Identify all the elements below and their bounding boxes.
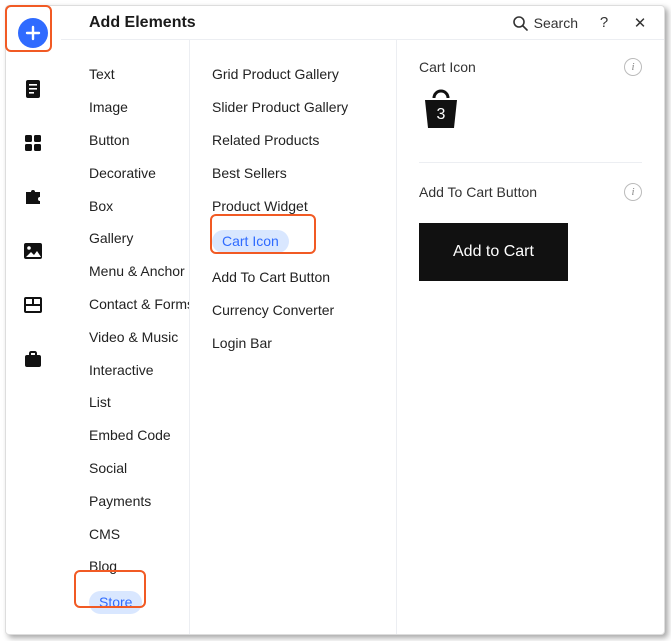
category-item[interactable]: CMS: [89, 518, 189, 551]
media-image-icon[interactable]: [20, 238, 46, 264]
store-subitem[interactable]: Related Products: [212, 124, 396, 157]
category-item-label: List: [89, 394, 111, 410]
store-subitem[interactable]: Login Bar: [212, 327, 396, 360]
store-subitem[interactable]: Product Widget: [212, 190, 396, 223]
category-item-label: Decorative: [89, 165, 156, 181]
panel-title: Add Elements: [89, 14, 512, 32]
store-subitem-label: Slider Product Gallery: [212, 99, 348, 115]
category-item-label: Text: [89, 66, 115, 82]
category-item[interactable]: Payments: [89, 485, 189, 518]
category-item[interactable]: Gallery: [89, 222, 189, 255]
category-item-label: CMS: [89, 526, 120, 542]
add-to-cart-preview-label: Add To Cart Button: [419, 184, 537, 200]
category-item[interactable]: Interactive: [89, 354, 189, 387]
cart-icon-preview-label: Cart Icon: [419, 59, 476, 75]
category-item-label: Box: [89, 198, 113, 214]
category-item-label: Blog: [89, 558, 117, 574]
category-item-label: Store: [89, 591, 142, 614]
store-subitem-label: Login Bar: [212, 335, 272, 351]
category-item-label: Embed Code: [89, 427, 171, 443]
category-item-label: Gallery: [89, 230, 133, 246]
info-icon[interactable]: i: [624, 183, 642, 201]
store-subitem[interactable]: Cart Icon: [212, 222, 396, 261]
panel-header: Add Elements Search ? ✕: [61, 6, 664, 40]
category-item[interactable]: List: [89, 386, 189, 419]
store-subitem[interactable]: Add To Cart Button: [212, 261, 396, 294]
info-icon[interactable]: i: [624, 58, 642, 76]
store-subitem-label: Best Sellers: [212, 165, 287, 181]
category-item[interactable]: Box: [89, 190, 189, 223]
apps-grid-icon[interactable]: [20, 130, 46, 156]
category-item[interactable]: Menu & Anchor: [89, 255, 189, 288]
store-subitem-label: Cart Icon: [212, 230, 289, 253]
category-item[interactable]: Text: [89, 58, 189, 91]
store-subitem[interactable]: Best Sellers: [212, 157, 396, 190]
page-icon[interactable]: [20, 76, 46, 102]
category-column: Text Image Button Decorative Box Gallery Menu …: [61, 40, 190, 634]
store-subitem-label: Add To Cart Button: [212, 269, 330, 285]
category-item-label: Interactive: [89, 362, 154, 378]
store-subitem-label: Currency Converter: [212, 302, 334, 318]
category-item-label: Social: [89, 460, 127, 476]
add-to-cart-button[interactable]: Add to Cart: [419, 223, 568, 281]
settings-puzzle-icon[interactable]: [20, 184, 46, 210]
cart-bag-count: 3: [419, 106, 463, 124]
category-item-label: Payments: [89, 493, 151, 509]
left-rail: [6, 6, 61, 634]
search-icon: [512, 15, 528, 31]
category-item[interactable]: Social: [89, 452, 189, 485]
store-subitem[interactable]: Grid Product Gallery: [212, 58, 396, 91]
category-item[interactable]: Embed Code: [89, 419, 189, 452]
add-to-cart-preview: Add To Cart Button i Add to Cart: [419, 183, 642, 281]
store-briefcase-icon[interactable]: [20, 346, 46, 372]
category-item[interactable]: Store: [89, 583, 189, 622]
category-item-label: Image: [89, 99, 128, 115]
category-item[interactable]: Decorative: [89, 157, 189, 190]
video-layout-icon[interactable]: [20, 292, 46, 318]
search-button[interactable]: Search: [512, 15, 578, 31]
search-label: Search: [534, 15, 578, 31]
category-item-label: Contact & Forms: [89, 296, 190, 312]
category-item[interactable]: Image: [89, 91, 189, 124]
help-button[interactable]: ?: [594, 13, 614, 33]
store-subitem[interactable]: Currency Converter: [212, 294, 396, 327]
category-item[interactable]: Button: [89, 124, 189, 157]
cart-icon-preview: Cart Icon i 3: [419, 58, 642, 132]
add-element-icon[interactable]: [18, 18, 48, 48]
category-item[interactable]: Contact & Forms: [89, 288, 189, 321]
category-item[interactable]: Blog: [89, 550, 189, 583]
store-subitem[interactable]: Slider Product Gallery: [212, 91, 396, 124]
close-button[interactable]: ✕: [630, 13, 650, 33]
category-item-label: Video & Music: [89, 329, 178, 345]
category-item-label: Button: [89, 132, 129, 148]
preview-column: Cart Icon i 3 Add To Cart Button: [397, 40, 664, 634]
store-subitem-label: Related Products: [212, 132, 319, 148]
cart-bag-icon[interactable]: 3: [419, 88, 463, 132]
divider: [419, 162, 642, 163]
subcategory-column: Grid Product Gallery Slider Product Galle…: [190, 40, 397, 634]
store-subitem-label: Grid Product Gallery: [212, 66, 339, 82]
store-subitem-label: Product Widget: [212, 198, 308, 214]
category-item[interactable]: Video & Music: [89, 321, 189, 354]
category-item-label: Menu & Anchor: [89, 263, 185, 279]
